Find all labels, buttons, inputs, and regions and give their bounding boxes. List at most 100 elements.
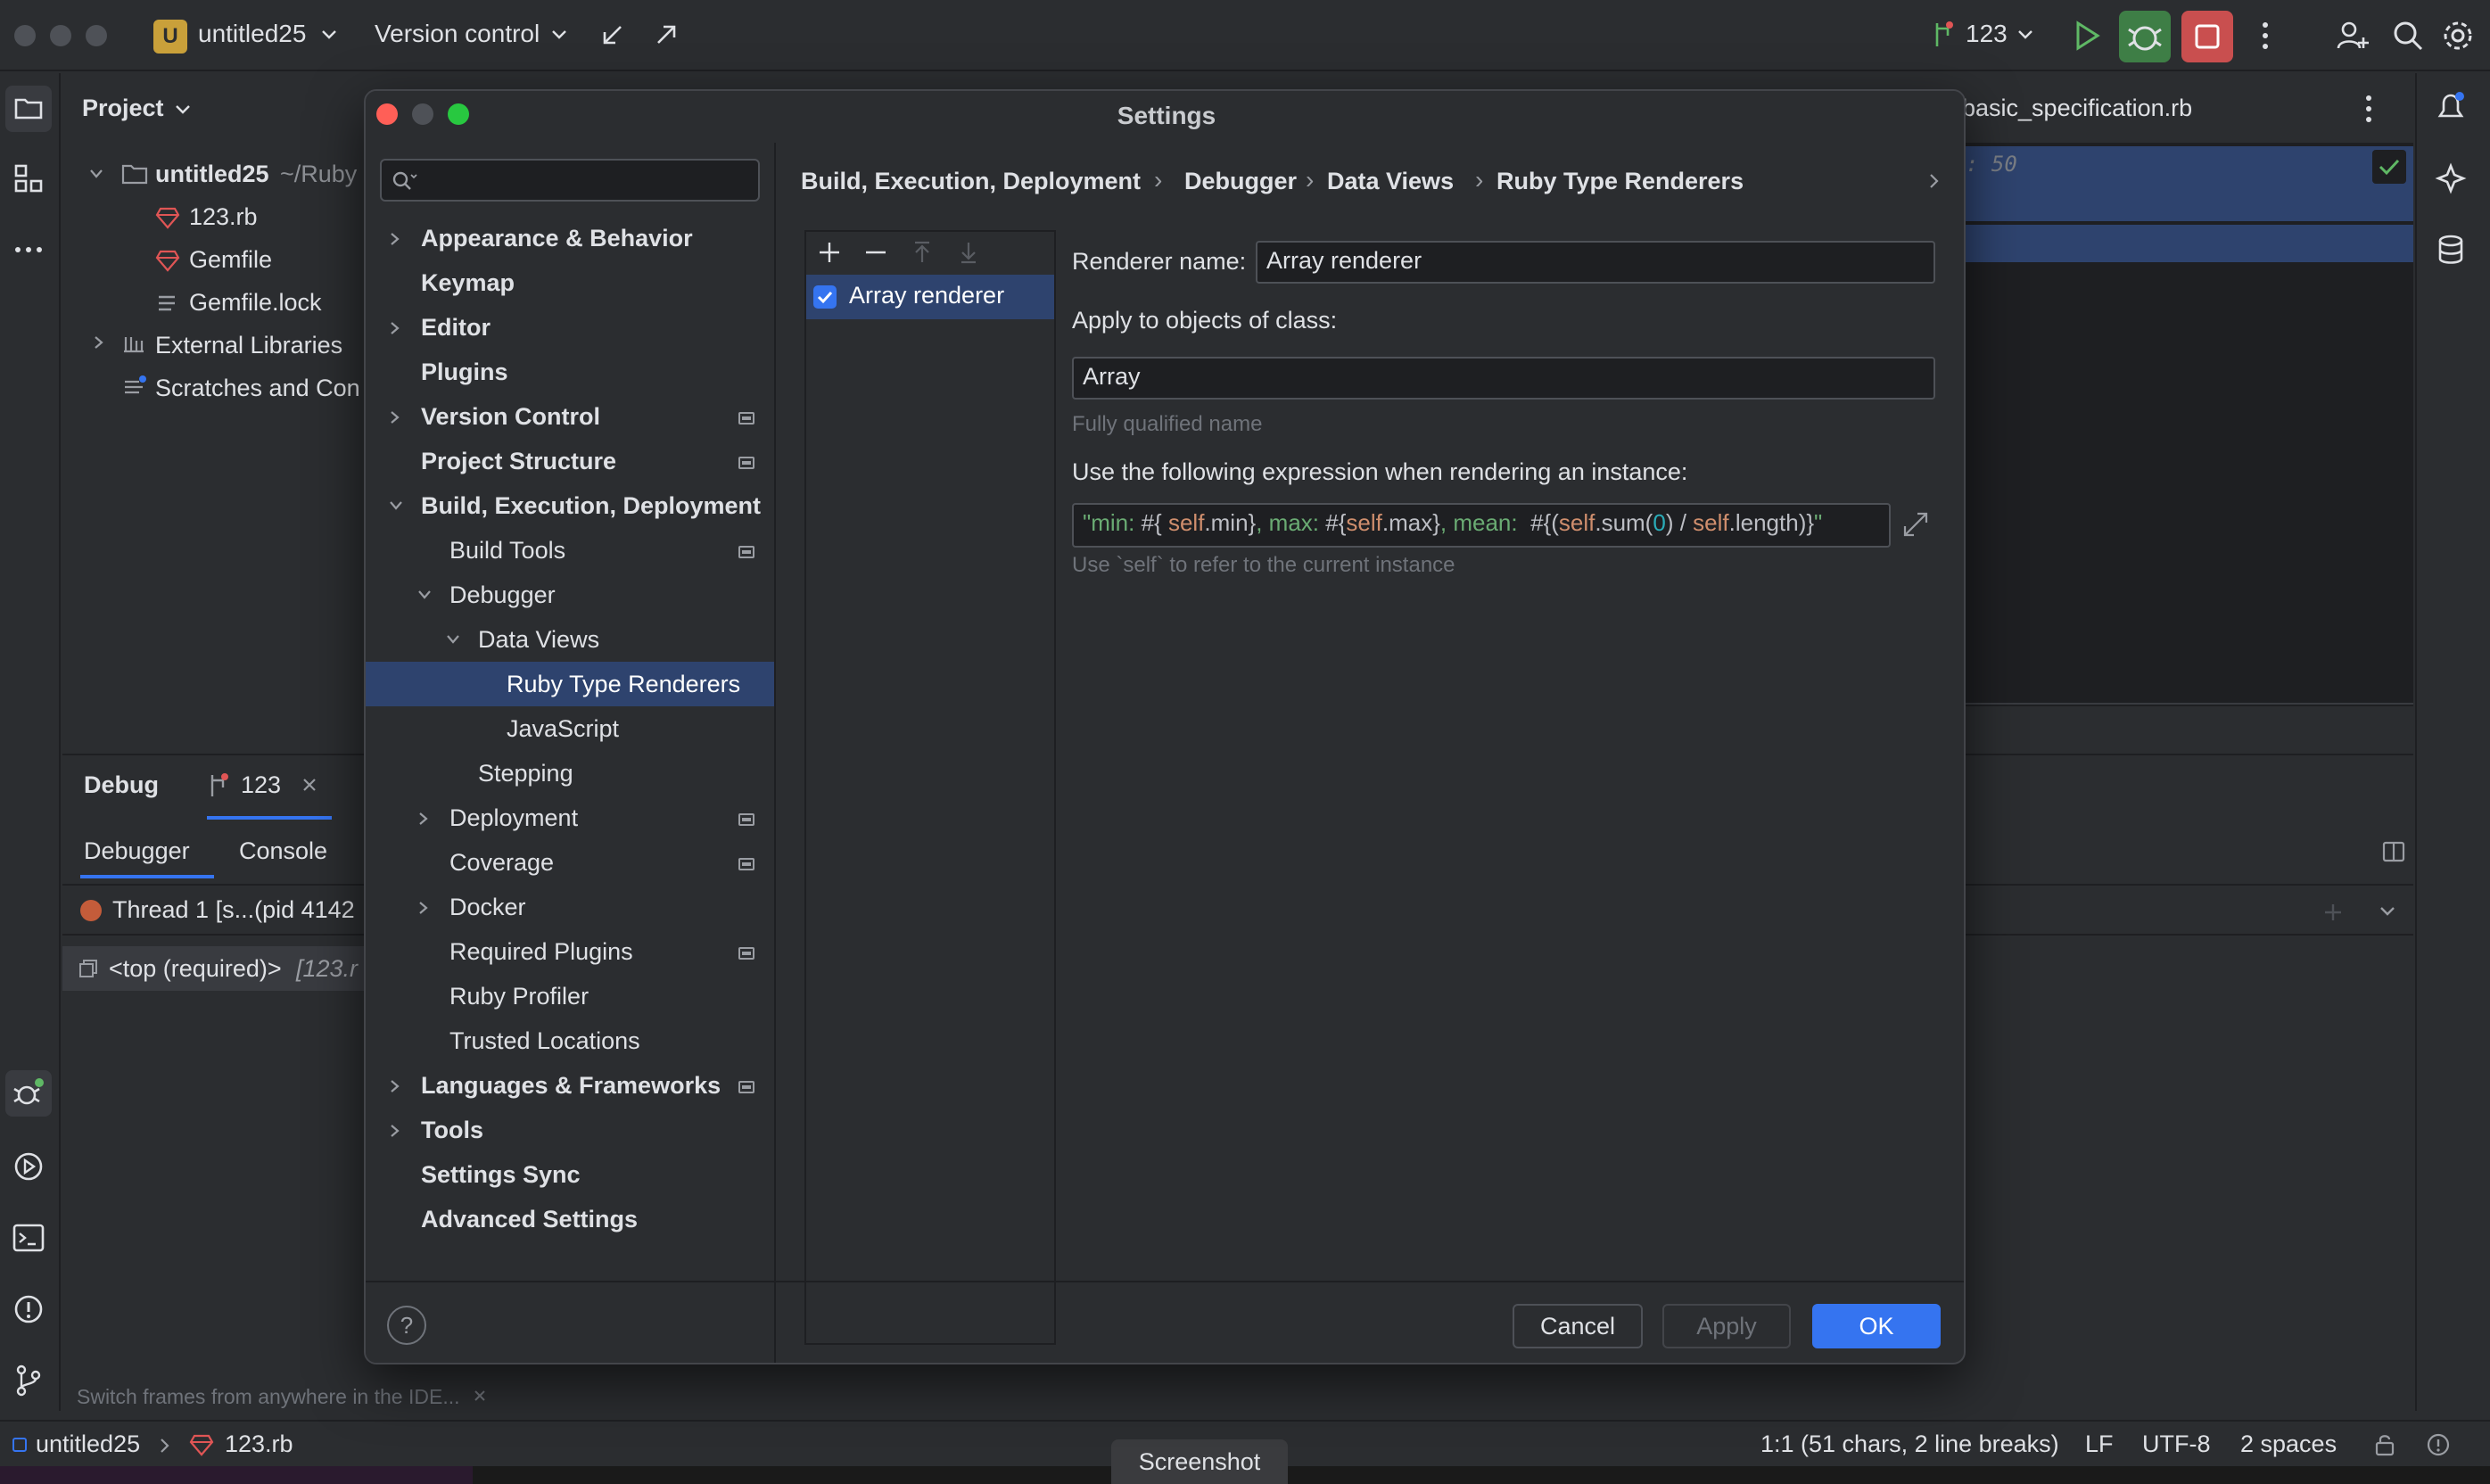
caret-position[interactable]: 1:1 (51 chars, 2 line breaks) (1760, 1430, 2059, 1458)
ok-button[interactable]: OK (1812, 1304, 1941, 1348)
settings-tree-item[interactable]: Trusted Locations (366, 1018, 774, 1063)
breadcrumb-data-views[interactable]: Data Views (1327, 168, 1454, 195)
move-down-icon[interactable] (954, 239, 983, 266)
renderer-name-field[interactable]: Array renderer (1256, 241, 1935, 284)
settings-tree-item[interactable]: Build, Execution, Deployment (366, 483, 774, 528)
settings-tree-item[interactable]: Editor (366, 305, 774, 350)
project-panel-title[interactable]: Project (82, 95, 164, 122)
chevron-down-icon[interactable] (446, 633, 459, 646)
more-tools-icon[interactable] (5, 227, 52, 273)
settings-tree-item[interactable]: Debugger (366, 573, 774, 617)
search-icon[interactable] (2392, 20, 2424, 52)
settings-tree-item[interactable]: Languages & Frameworks (366, 1063, 774, 1108)
settings-tree-item[interactable]: Plugins (366, 350, 774, 394)
settings-tree-item[interactable]: Appearance & Behavior (366, 216, 774, 260)
window-minimize-button[interactable] (50, 25, 71, 46)
file-encoding[interactable]: UTF-8 (2142, 1430, 2211, 1458)
close-icon[interactable] (301, 777, 317, 793)
expand-icon[interactable] (1900, 508, 1932, 540)
add-user-icon[interactable] (2337, 20, 2369, 52)
breadcrumb-file[interactable]: 123.rb (225, 1430, 293, 1458)
stop-button[interactable] (2181, 11, 2233, 62)
settings-tree-item[interactable]: Data Views (366, 617, 774, 662)
window-close-button[interactable] (14, 25, 36, 46)
scratches-and-consoles[interactable]: Scratches and Con (155, 375, 360, 402)
project-tool-button[interactable] (5, 86, 52, 132)
add-watch-icon[interactable] (2322, 902, 2344, 923)
line-separator[interactable]: LF (2085, 1430, 2114, 1458)
remove-icon[interactable] (862, 239, 890, 266)
chevron-right-icon[interactable] (417, 901, 430, 914)
settings-tree-item[interactable]: Project Structure (366, 439, 774, 483)
debug-session-tab[interactable]: 123 (241, 771, 281, 799)
chevron-right-icon[interactable] (389, 410, 401, 424)
move-up-icon[interactable] (908, 239, 936, 266)
settings-tree-item[interactable]: Docker (366, 885, 774, 929)
structure-tool-icon[interactable] (5, 155, 52, 202)
external-libraries[interactable]: External Libraries (155, 332, 342, 359)
update-project-icon[interactable] (599, 21, 626, 48)
apply-class-field[interactable]: Array (1072, 357, 1935, 400)
push-icon[interactable] (653, 21, 680, 48)
renderer-enabled-checkbox[interactable] (813, 285, 837, 309)
settings-search-input[interactable] (421, 164, 751, 196)
thread-selector[interactable]: Thread 1 [s...(pid 4142 (112, 896, 355, 924)
chevron-down-icon[interactable] (2379, 905, 2395, 918)
layout-icon[interactable] (2381, 839, 2406, 864)
stack-frame-row[interactable]: <top (required)> [123.r (62, 946, 366, 991)
settings-tree-item[interactable]: Advanced Settings (366, 1197, 774, 1241)
terminal-tool-icon[interactable] (5, 1215, 52, 1261)
breadcrumb-debugger[interactable]: Debugger (1184, 168, 1297, 195)
settings-tree-item[interactable]: Settings Sync (366, 1152, 774, 1197)
chevron-right-icon[interactable] (389, 232, 401, 245)
chevron-right-icon[interactable] (417, 812, 430, 825)
file-123-rb[interactable]: 123.rb (189, 203, 258, 231)
settings-tree-item[interactable]: Version Control (366, 394, 774, 439)
project-switcher[interactable]: untitled25 (198, 20, 306, 48)
problems-tool-icon[interactable] (5, 1286, 52, 1332)
breadcrumb-project[interactable]: untitled25 (36, 1430, 140, 1458)
settings-tree-item[interactable]: Ruby Type Renderers (366, 662, 774, 706)
settings-tree-item[interactable]: Keymap (366, 260, 774, 305)
chevron-right-icon[interactable] (389, 321, 401, 334)
chevron-down-icon[interactable] (417, 589, 431, 601)
tab-console[interactable]: Console (239, 837, 327, 865)
settings-tree-item[interactable]: Required Plugins (366, 929, 774, 974)
settings-tree-item[interactable]: JavaScript (366, 706, 774, 751)
settings-gear-icon[interactable] (2442, 20, 2474, 52)
settings-search[interactable] (380, 159, 760, 202)
database-icon[interactable] (2431, 230, 2470, 269)
settings-tree-item[interactable]: Stepping (366, 751, 774, 796)
editor-tab[interactable]: basic_specification.rb (1962, 95, 2192, 122)
git-tool-icon[interactable] (5, 1357, 52, 1404)
debug-tool-button[interactable] (5, 1070, 52, 1117)
renderer-list-item[interactable]: Array renderer (806, 275, 1054, 319)
more-actions-icon[interactable] (2256, 20, 2274, 52)
file-gemfile[interactable]: Gemfile (189, 246, 272, 274)
close-icon[interactable] (473, 1389, 487, 1403)
file-gemfile-lock[interactable]: Gemfile.lock (189, 289, 322, 317)
settings-tree-item[interactable]: Coverage (366, 840, 774, 885)
tab-debugger[interactable]: Debugger (84, 837, 190, 865)
chevron-right-icon[interactable] (389, 1124, 401, 1137)
vcs-menu[interactable]: Version control (375, 20, 540, 48)
inspection-ok-icon[interactable] (2372, 150, 2406, 184)
breadcrumb-build-execution-deployment[interactable]: Build, Execution, Deployment (801, 168, 1141, 195)
lock-icon[interactable] (2372, 1432, 2397, 1457)
expression-field[interactable]: "min: #{ self.min}, max: #{self.max}, me… (1072, 503, 1891, 548)
cancel-button[interactable]: Cancel (1513, 1304, 1643, 1348)
project-root[interactable]: untitled25 (155, 161, 269, 188)
notifications-icon[interactable] (2431, 87, 2470, 127)
chevron-down-icon[interactable] (389, 499, 402, 512)
settings-tree-item[interactable]: Build Tools (366, 528, 774, 573)
window-zoom-button[interactable] (86, 25, 107, 46)
problems-status-icon[interactable] (2426, 1432, 2451, 1457)
chevron-right-icon[interactable] (389, 1079, 401, 1092)
chevron-right-icon[interactable] (1928, 173, 1941, 189)
services-tool-icon[interactable] (5, 1143, 52, 1190)
settings-tree-item[interactable]: Ruby Profiler (366, 974, 774, 1018)
settings-tree-item[interactable]: Deployment (366, 796, 774, 840)
chevron-down-icon[interactable] (89, 168, 103, 180)
debug-button[interactable] (2119, 11, 2171, 62)
run-icon[interactable] (2071, 20, 2101, 52)
